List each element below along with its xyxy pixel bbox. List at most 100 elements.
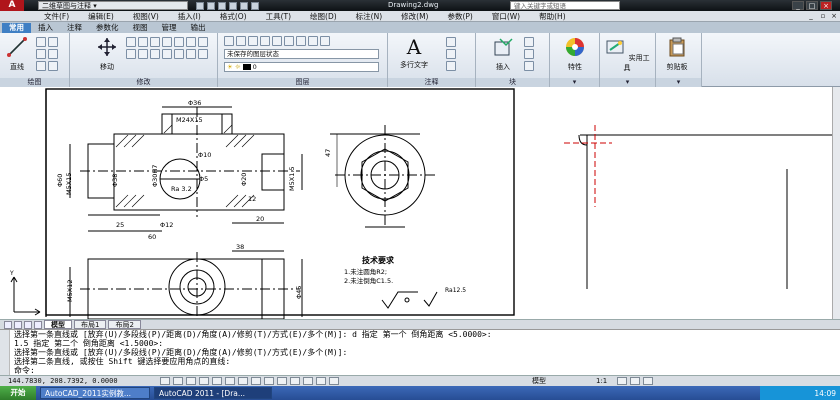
layer-match-icon[interactable]: [296, 36, 306, 46]
arc-icon[interactable]: [36, 49, 46, 59]
tab-model[interactable]: 模型: [44, 320, 72, 329]
minimize-button[interactable]: _: [792, 1, 804, 10]
draw-panel-title[interactable]: 绘图: [0, 78, 69, 87]
clipboard-panel-title[interactable]: ▾: [656, 78, 701, 87]
scale-icon[interactable]: [150, 49, 160, 59]
layer-state-combo[interactable]: 未保存的图层状态: [224, 49, 379, 59]
3dosnap-icon[interactable]: [238, 377, 248, 385]
grid-icon[interactable]: [186, 377, 196, 385]
vertical-scrollbar[interactable]: [832, 87, 840, 319]
menu-draw[interactable]: 绘图(D): [310, 11, 337, 22]
ellipse-icon[interactable]: [36, 61, 46, 71]
tab-output[interactable]: 输出: [184, 23, 213, 33]
command-prompt[interactable]: 命令:: [14, 366, 840, 375]
menu-dimension[interactable]: 标注(N): [356, 11, 382, 22]
layer-isolate-icon[interactable]: [248, 36, 258, 46]
quick-properties-icon[interactable]: [316, 377, 326, 385]
layer-state-icon[interactable]: [236, 36, 246, 46]
clipboard-button[interactable]: 剪贴板: [662, 36, 692, 72]
tab-manage[interactable]: 管理: [155, 23, 184, 33]
insert-block-button[interactable]: 插入: [488, 36, 518, 72]
rectangle-icon[interactable]: [48, 49, 58, 59]
search-input[interactable]: 键入关键字或短语: [510, 1, 620, 10]
menu-insert[interactable]: 插入(I): [178, 11, 201, 22]
drawing-canvas[interactable]: Φ36 M24X15 Φ38 Φ30H7 Φ5 Ra 3.2 Φ10 Φ60 Φ…: [0, 87, 840, 319]
redo-icon[interactable]: [251, 1, 259, 10]
doc-close-button[interactable]: ×: [829, 12, 839, 21]
annotation-scale[interactable]: 1:1: [596, 377, 607, 385]
menu-edit[interactable]: 编辑(E): [88, 11, 114, 22]
linear-dimension-icon[interactable]: [446, 37, 456, 47]
tab-view[interactable]: 视图: [126, 23, 155, 33]
break-icon[interactable]: [186, 49, 196, 59]
mtext-button[interactable]: A 多行文字: [394, 36, 434, 70]
array-icon[interactable]: [162, 49, 172, 59]
layers-panel-title[interactable]: 图层: [218, 78, 387, 87]
edit-block-icon[interactable]: [524, 49, 534, 59]
menu-help[interactable]: 帮助(H): [539, 11, 566, 22]
osnap-icon[interactable]: [225, 377, 235, 385]
move-button[interactable]: 移动: [92, 36, 122, 72]
menu-parametric[interactable]: 参数(P): [447, 11, 472, 22]
annotation-panel-title[interactable]: 注释: [388, 78, 475, 87]
close-button[interactable]: ×: [820, 1, 832, 10]
menu-modify[interactable]: 修改(M): [401, 11, 428, 22]
modify-panel-title[interactable]: 修改: [70, 78, 217, 87]
start-button[interactable]: 开始: [0, 386, 36, 400]
polar-icon[interactable]: [212, 377, 222, 385]
transparency-icon[interactable]: [303, 377, 313, 385]
otrack-icon[interactable]: [251, 377, 261, 385]
clean-screen-icon[interactable]: [643, 377, 654, 385]
trim-icon[interactable]: [138, 37, 148, 47]
workspace-switch-icon[interactable]: [617, 377, 628, 385]
layer-properties-icon[interactable]: [224, 36, 234, 46]
layer-merge-icon[interactable]: [320, 36, 330, 46]
properties-button[interactable]: 特性: [560, 36, 590, 72]
tab-annotate[interactable]: 注释: [60, 23, 89, 33]
lineweight-icon[interactable]: [290, 377, 300, 385]
infer-icon[interactable]: [160, 377, 170, 385]
selection-cycling-icon[interactable]: [329, 377, 339, 385]
menu-format[interactable]: 格式(O): [220, 11, 247, 22]
explode-icon[interactable]: [126, 49, 136, 59]
rotate-icon[interactable]: [126, 37, 136, 47]
menu-window[interactable]: 窗口(W): [492, 11, 520, 22]
ortho-icon[interactable]: [199, 377, 209, 385]
model-space-label[interactable]: 模型: [532, 376, 546, 386]
tab-insert[interactable]: 插入: [31, 23, 60, 33]
tab-layout1[interactable]: 布局1: [74, 320, 107, 329]
utilities-button[interactable]: 实用工具: [604, 36, 650, 73]
snap-icon[interactable]: [173, 377, 183, 385]
doc-restore-button[interactable]: ▫: [818, 12, 828, 21]
block-panel-title[interactable]: 块: [476, 78, 549, 87]
create-block-icon[interactable]: [524, 37, 534, 47]
fillet-icon[interactable]: [198, 37, 208, 47]
next-tab-icon[interactable]: [24, 320, 32, 329]
offset-icon[interactable]: [174, 49, 184, 59]
layer-combo[interactable]: ☀ ☼ 0: [224, 62, 379, 72]
workspace-dropdown[interactable]: 二维草图与注释 ▾: [38, 1, 188, 10]
command-line[interactable]: 选择第一条直线或 [放弃(U)/多段线(P)/距离(D)/角度(A)/修剪(T)…: [0, 329, 840, 376]
mirror-icon[interactable]: [186, 37, 196, 47]
layer-freeze-icon[interactable]: [260, 36, 270, 46]
doc-minimize-button[interactable]: _: [806, 12, 816, 21]
copy-icon[interactable]: [174, 37, 184, 47]
command-line-grip[interactable]: [0, 330, 10, 376]
polyline-icon[interactable]: [36, 37, 46, 47]
layer-walk-icon[interactable]: [308, 36, 318, 46]
plot-icon[interactable]: [229, 1, 237, 10]
tab-parametric[interactable]: 参数化: [89, 23, 126, 33]
ducs-icon[interactable]: [264, 377, 274, 385]
dyn-icon[interactable]: [277, 377, 287, 385]
save-icon[interactable]: [218, 1, 226, 10]
extend-icon[interactable]: [150, 37, 160, 47]
prev-tab-icon[interactable]: [14, 320, 22, 329]
menu-file[interactable]: 文件(F): [44, 11, 69, 22]
circle-icon[interactable]: [48, 37, 58, 47]
autocad-logo-icon[interactable]: A: [0, 0, 24, 11]
leader-icon[interactable]: [446, 49, 456, 59]
maximize-button[interactable]: □: [806, 1, 818, 10]
hatch-icon[interactable]: [48, 61, 58, 71]
utilities-panel-title[interactable]: ▾: [600, 78, 655, 87]
new-icon[interactable]: [196, 1, 204, 10]
